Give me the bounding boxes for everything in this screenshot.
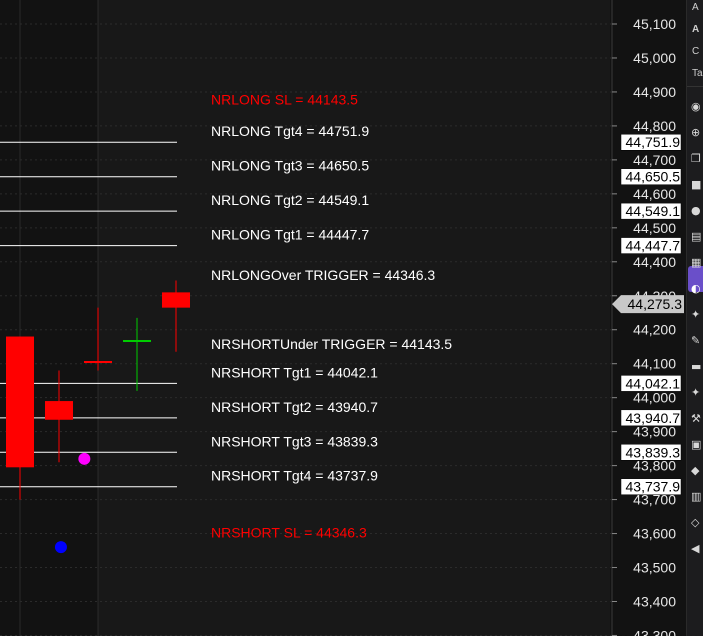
brush-icon[interactable]: ✦	[691, 386, 703, 400]
level-label: NRLONG SL = 44143.5	[211, 91, 358, 107]
chat-icon[interactable]: ■	[691, 178, 703, 192]
toolbar-header-item[interactable]: A	[692, 24, 703, 36]
level-label: NRLONG Tgt2 = 44549.1	[211, 192, 369, 208]
alert-icon[interactable]: ●	[691, 204, 703, 218]
level-label: NRLONGOver TRIGGER = 44346.3	[211, 267, 435, 283]
price-axis[interactable]: 45,10045,00044,90044,80044,70044,60044,5…	[611, 0, 686, 636]
back-icon[interactable]: ◀	[691, 542, 703, 556]
bookmark-icon[interactable]: ▬	[691, 360, 703, 374]
price-tag-label: 44,549.1	[626, 203, 681, 219]
y-tick-label: 45,000	[633, 50, 676, 66]
layers-icon[interactable]: ▦	[691, 256, 703, 270]
price-tag-label: 43,940.7	[626, 410, 681, 426]
wrench-icon[interactable]: ⚒	[691, 412, 703, 426]
link-icon[interactable]: ⊕	[691, 126, 703, 140]
list-icon[interactable]: ▣	[691, 438, 703, 452]
price-tag-label: 44,447.7	[626, 238, 681, 254]
y-tick-label: 44,600	[633, 186, 676, 202]
y-tick-label: 44,700	[633, 152, 676, 168]
toolbar-header-item[interactable]: C	[692, 46, 703, 58]
y-tick-label: 45,100	[633, 16, 676, 32]
window-icon[interactable]: ▤	[691, 230, 703, 244]
bar-chart-icon[interactable]: ▥	[691, 490, 703, 504]
y-tick-label: 44,400	[633, 254, 676, 270]
pin-icon[interactable]: ◉	[691, 100, 703, 114]
edit-icon[interactable]: ✎	[691, 334, 703, 348]
y-tick-label: 43,400	[633, 593, 676, 609]
y-tick-label: 44,100	[633, 356, 676, 372]
y-tick-label: 44,000	[633, 390, 676, 406]
right-toolbar: A A C Ta ◉ ⊕ ❐ ■ ● ▤ ▦ ◐ ✦ ✎ ▬ ✦ ⚒ ▣ ◆ ▥ ◇ ◀	[686, 0, 703, 636]
y-tick-label: 43,300	[633, 627, 676, 636]
price-tag-label: 43,839.3	[626, 444, 681, 460]
price-tag-label: 44,751.9	[626, 134, 681, 150]
y-tick-label: 44,800	[633, 118, 676, 134]
price-tag-label: 44,650.5	[626, 169, 681, 185]
candle-body	[45, 401, 73, 420]
level-label: NRSHORT Tgt2 = 43940.7	[211, 399, 378, 415]
price-tag-label: 43,737.9	[626, 479, 681, 495]
level-label: NRSHORT SL = 44346.3	[211, 525, 367, 541]
y-tick-label: 44,900	[633, 84, 676, 100]
y-tick-label: 44,500	[633, 220, 676, 236]
candle-body	[162, 292, 190, 308]
toolbar-header-item[interactable]: A	[692, 2, 703, 14]
shield-icon[interactable]: ◆	[691, 464, 703, 478]
diamond-icon[interactable]: ◇	[691, 516, 703, 530]
avatar-icon[interactable]: ◐	[691, 282, 703, 296]
y-tick-label: 44,200	[633, 322, 676, 338]
level-label: NRSHORT Tgt1 = 44042.1	[211, 364, 378, 380]
level-label: NRLONG Tgt3 = 44650.5	[211, 158, 369, 174]
signal-dot-marker	[54, 541, 67, 554]
level-label: NRLONG Tgt1 = 44447.7	[211, 227, 369, 243]
toolbar-divider	[687, 86, 703, 87]
level-label: NRLONG Tgt4 = 44751.9	[211, 123, 369, 139]
signal-dot-marker	[78, 452, 91, 465]
y-tick-label: 43,600	[633, 526, 676, 542]
toolbar-header-item[interactable]: Ta	[692, 68, 703, 80]
candle-body	[6, 336, 34, 468]
pencil-icon[interactable]: ✦	[691, 308, 703, 322]
price-tag-label: 44,042.1	[626, 375, 681, 391]
candlestick-chart[interactable]: NRLONG SL = 44143.5 NRLONG Tgt4 = 44751.9…	[0, 0, 686, 636]
y-tick-label: 43,500	[633, 560, 676, 576]
copy-icon[interactable]: ❐	[691, 152, 703, 166]
level-label: NRSHORT Tgt4 = 43737.9	[211, 468, 378, 484]
last-price-label: 44,275.3	[628, 296, 683, 312]
level-label: NRSHORTUnder TRIGGER = 44143.5	[211, 336, 452, 352]
level-label: NRSHORT Tgt3 = 43839.3	[211, 433, 378, 449]
